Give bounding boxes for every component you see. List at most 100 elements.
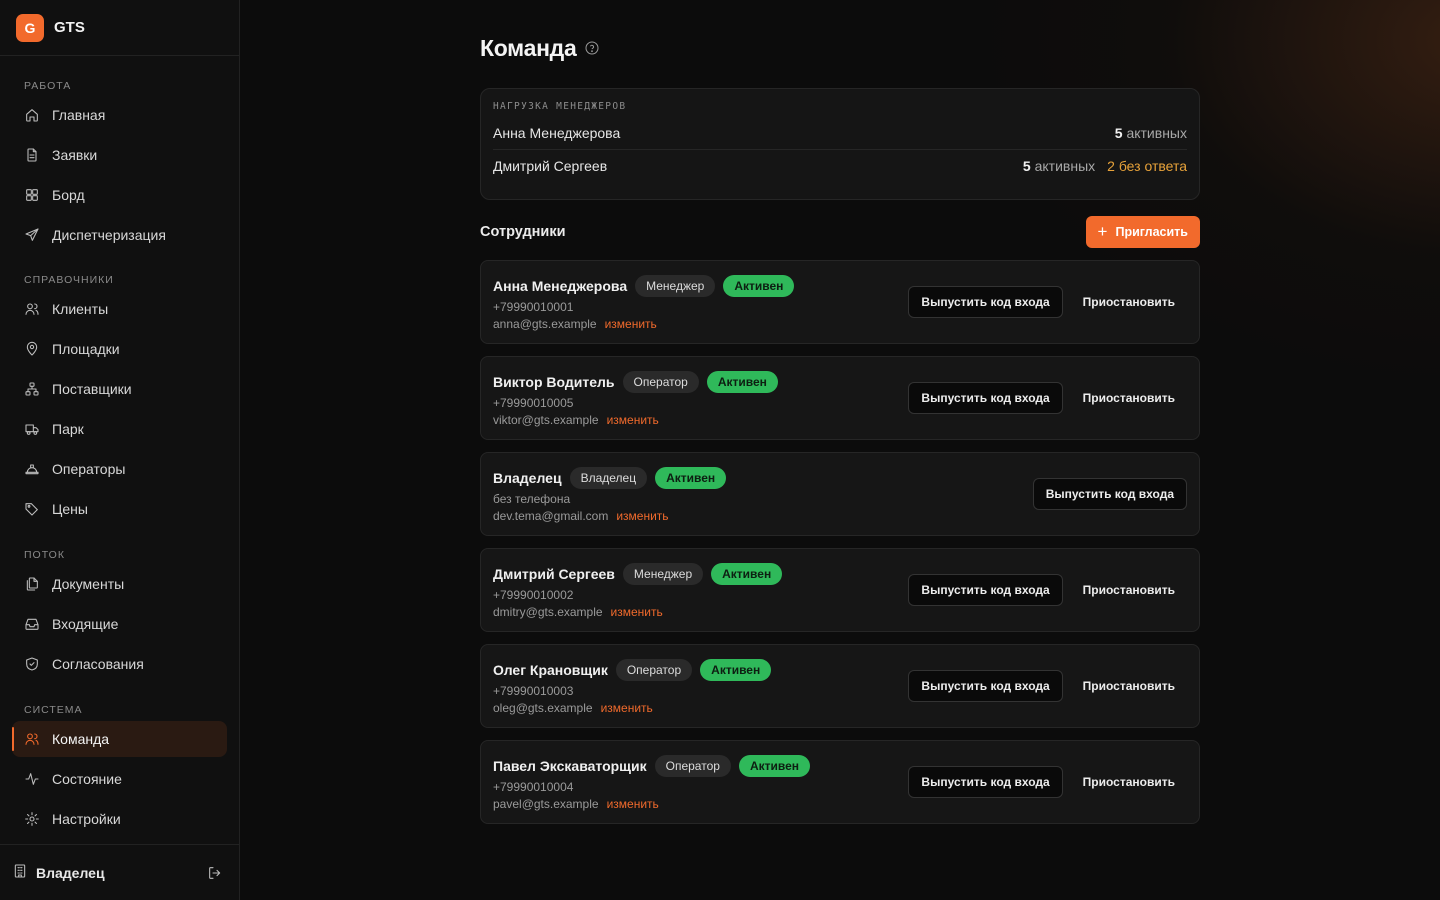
activity-icon: [24, 771, 40, 787]
member-name-line: Виктор Водитель Оператор Активен: [493, 370, 908, 394]
member-email-line: dev.tema@gmail.com изменить: [493, 509, 1033, 523]
suspend-button[interactable]: Приостановить: [1071, 382, 1187, 414]
member-phone: +79990010003: [493, 683, 574, 698]
role-badge: Менеджер: [635, 274, 716, 297]
sidebar-item-label: Диспетчеризация: [52, 227, 166, 243]
sidebar-item-1[interactable]: Заявки: [12, 137, 227, 173]
manager-load-title: Нагрузка менеджеров: [493, 101, 627, 112]
edit-email-link[interactable]: изменить: [601, 701, 653, 715]
staff-header: Сотрудники + Пригласить: [480, 216, 1200, 248]
status-badge: Активен: [706, 370, 778, 393]
issue-login-code-button[interactable]: Выпустить код входа: [908, 766, 1063, 798]
suspend-button[interactable]: Приостановить: [1071, 766, 1187, 798]
invite-button[interactable]: + Пригласить: [1085, 216, 1200, 248]
member-email-line: viktor@gts.example изменить: [493, 413, 908, 427]
sidebar-item-30[interactable]: Команда: [12, 721, 227, 757]
sidebar-item-label: Поставщики: [52, 381, 132, 397]
member-card: Дмитрий Сергеев Менеджер Активен +799900100…: [480, 548, 1200, 632]
member-phone: без телефона: [493, 491, 571, 506]
sidebar-item-label: Согласования: [52, 656, 144, 672]
member-email: pavel@gts.example: [493, 796, 599, 811]
member-email: oleg@gts.example: [493, 700, 593, 715]
sidebar-item-2[interactable]: Борд: [12, 177, 227, 213]
manager-load-card: Нагрузка менеджеров Анна Менеджерова 5 ак…: [480, 88, 1200, 200]
current-user-name[interactable]: Владелец: [36, 865, 203, 881]
sidebar-item-label: Настройки: [52, 811, 121, 827]
member-email-line: pavel@gts.example изменить: [493, 797, 908, 811]
brand-name: GTS: [54, 19, 85, 36]
sidebar-item-10[interactable]: Клиенты: [12, 291, 227, 327]
sidebar-section-title: Система: [24, 704, 83, 716]
member-info: Олег Крановщик Оператор Активен +7999001000…: [493, 658, 908, 715]
sidebar-item-32[interactable]: Настройки: [12, 801, 227, 837]
edit-email-link[interactable]: изменить: [611, 605, 663, 619]
status-badge: Активен: [700, 658, 772, 681]
sidebar-item-12[interactable]: Поставщики: [12, 371, 227, 407]
page-title: Команда: [480, 34, 577, 61]
member-card: Павел Экскаваторщик Оператор Активен +79990…: [480, 740, 1200, 824]
main-content: Команда Нагрузка менеджеров Анна Менедже…: [480, 0, 1200, 836]
files-icon: [24, 576, 40, 592]
invite-button-label: Пригласить: [1115, 225, 1188, 239]
sidebar-item-label: Парк: [52, 421, 84, 437]
sidebar-item-label: Борд: [52, 187, 85, 203]
active-count: 5 активных: [1023, 158, 1095, 174]
member-actions: Выпустить код входа: [1032, 478, 1187, 510]
edit-email-link[interactable]: изменить: [607, 797, 659, 811]
sidebar-item-11[interactable]: Площадки: [12, 331, 227, 367]
edit-email-link[interactable]: изменить: [605, 317, 657, 331]
send-icon: [24, 227, 40, 243]
status-badge: Активен: [738, 754, 811, 777]
sidebar-item-14[interactable]: Операторы: [12, 451, 227, 487]
manager-name: Анна Менеджерова: [493, 124, 621, 141]
map-pin-icon: [24, 341, 40, 357]
member-info: Павел Экскаваторщик Оператор Активен +79990…: [493, 754, 908, 811]
sidebar-item-label: Главная: [52, 107, 106, 123]
sidebar: G GTS Работа Главная Заявки Борд Диспетчериз…: [0, 0, 240, 900]
member-name-line: Павел Экскаваторщик Оператор Активен: [493, 754, 908, 778]
tag-icon: [24, 501, 40, 517]
active-count: 5 активных: [1115, 125, 1187, 141]
member-name: Виктор Водитель: [493, 373, 615, 390]
issue-login-code-button[interactable]: Выпустить код входа: [1032, 478, 1187, 510]
suspend-button[interactable]: Приостановить: [1071, 574, 1187, 606]
hard-hat-icon: [24, 461, 40, 477]
issue-login-code-button[interactable]: Выпустить код входа: [908, 574, 1063, 606]
sidebar-item-15[interactable]: Цены: [12, 491, 227, 527]
grid-icon: [24, 187, 40, 203]
logout-icon[interactable]: [203, 861, 227, 885]
member-actions: Выпустить код входа Приостановить: [908, 670, 1187, 702]
sidebar-item-3[interactable]: Диспетчеризация: [12, 217, 227, 253]
brand[interactable]: G GTS: [0, 0, 239, 56]
sidebar-item-label: Цены: [52, 501, 88, 517]
manager-name: Дмитрий Сергеев: [493, 158, 608, 174]
page-header: Команда: [480, 0, 1200, 96]
member-actions: Выпустить код входа Приостановить: [908, 766, 1187, 798]
sidebar-item-label: Входящие: [52, 616, 119, 632]
suspend-button[interactable]: Приостановить: [1071, 670, 1187, 702]
sidebar-footer: Владелец: [0, 844, 239, 900]
member-card: Владелец Владелец Активен без телефона dev.t…: [480, 452, 1200, 536]
role-badge: Оператор: [654, 754, 731, 777]
staff-title: Сотрудники: [480, 224, 566, 240]
status-badge: Активен: [711, 562, 783, 585]
sidebar-item-22[interactable]: Согласования: [12, 646, 227, 682]
gear-icon: [24, 811, 40, 827]
sidebar-item-label: Площадки: [52, 341, 120, 357]
issue-login-code-button[interactable]: Выпустить код входа: [908, 382, 1063, 414]
sidebar-item-21[interactable]: Входящие: [12, 606, 227, 642]
member-name-line: Анна Менеджерова Менеджер Активен: [493, 274, 908, 298]
sidebar-item-31[interactable]: Состояние: [12, 761, 227, 797]
sidebar-item-20[interactable]: Документы: [12, 566, 227, 602]
member-actions: Выпустить код входа Приостановить: [908, 574, 1187, 606]
sidebar-item-13[interactable]: Парк: [12, 411, 227, 447]
member-phone: +79990010004: [493, 779, 574, 794]
member-phone: +79990010002: [493, 587, 574, 602]
issue-login-code-button[interactable]: Выпустить код входа: [908, 670, 1063, 702]
issue-login-code-button[interactable]: Выпустить код входа: [908, 286, 1063, 318]
help-circle-icon[interactable]: [584, 40, 600, 56]
edit-email-link[interactable]: изменить: [607, 413, 659, 427]
suspend-button[interactable]: Приостановить: [1071, 286, 1187, 318]
sidebar-item-0[interactable]: Главная: [12, 97, 227, 133]
edit-email-link[interactable]: изменить: [616, 509, 668, 523]
